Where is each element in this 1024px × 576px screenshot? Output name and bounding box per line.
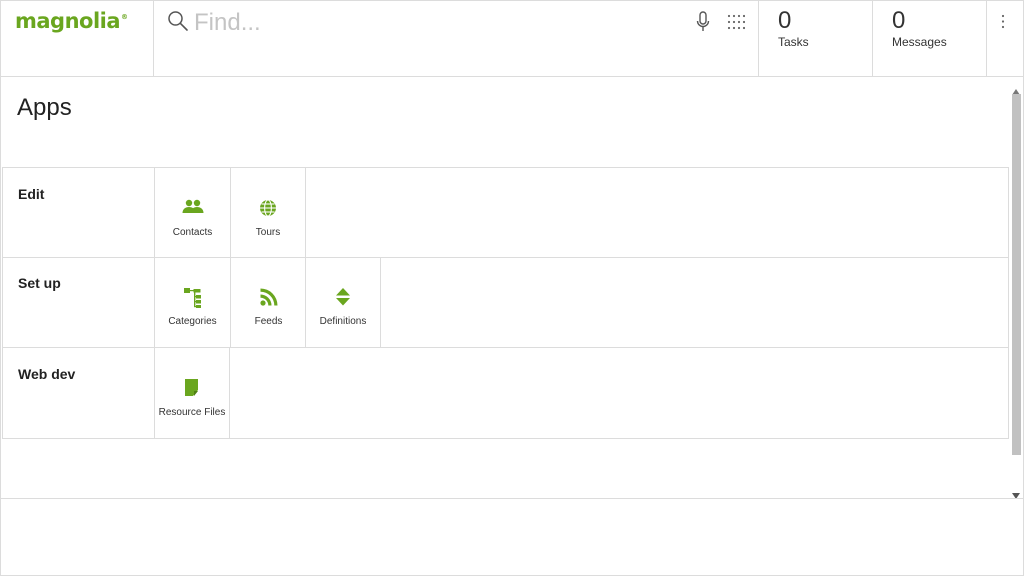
- app-tile-label: Feeds: [254, 316, 283, 327]
- app-group-set-up: Set up Categories Feeds Definitions: [2, 257, 1009, 348]
- messages-label: Messages: [892, 35, 947, 49]
- app-tile-feeds[interactable]: Feeds: [230, 257, 306, 347]
- messages-indicator[interactable]: 0 Messages: [873, 1, 987, 77]
- more-menu-button[interactable]: [987, 1, 1023, 77]
- search-input[interactable]: [194, 7, 674, 39]
- globe-icon: [259, 199, 277, 222]
- app-tile-label: Definitions: [319, 316, 367, 327]
- microphone-icon[interactable]: [696, 11, 710, 38]
- app-tile-label: Categories: [168, 316, 217, 327]
- rss-icon: [259, 288, 278, 311]
- app-group-label: Web dev: [18, 366, 76, 382]
- bottom-panel: [0, 498, 1024, 576]
- app-tile-label: Resource Files: [158, 407, 226, 418]
- vertical-dots-icon[interactable]: [1001, 14, 1005, 35]
- contacts-icon: [182, 199, 204, 220]
- search-bar[interactable]: [153, 1, 759, 77]
- magnolia-logo[interactable]: magnolia®: [15, 9, 128, 33]
- logo-text: magnolia: [15, 9, 121, 33]
- app-tile-resource-files[interactable]: Resource Files: [154, 348, 230, 438]
- app-group-label: Edit: [18, 186, 45, 202]
- tasks-indicator[interactable]: 0 Tasks: [759, 1, 873, 77]
- app-tile-categories[interactable]: Categories: [154, 257, 230, 347]
- top-bar: magnolia® 0 Tasks 0 Messages: [0, 0, 1024, 77]
- page-title: Apps: [17, 94, 72, 121]
- tree-icon: [183, 288, 202, 313]
- scrollbar-thumb[interactable]: [1012, 94, 1021, 455]
- app-tile-label: Contacts: [172, 227, 213, 238]
- app-group-web-dev: Web dev Resource Files: [2, 348, 1009, 439]
- logo-area[interactable]: magnolia®: [1, 1, 153, 77]
- apps-panel: Apps Edit Contacts Tours Set up Categori…: [0, 77, 1024, 498]
- app-group-label: Set up: [18, 275, 61, 291]
- tasks-count: 0: [778, 7, 792, 34]
- app-tile-definitions[interactable]: Definitions: [305, 257, 381, 347]
- app-tile-tours[interactable]: Tours: [230, 168, 306, 258]
- search-icon[interactable]: [167, 10, 189, 37]
- vertical-scrollbar[interactable]: [1008, 79, 1023, 498]
- messages-count: 0: [892, 7, 906, 34]
- app-tile-contacts[interactable]: Contacts: [154, 168, 230, 258]
- tasks-label: Tasks: [778, 35, 809, 49]
- definitions-icon: [335, 288, 351, 311]
- file-icon: [185, 379, 199, 401]
- scroll-down-arrow-icon[interactable]: [1012, 486, 1020, 498]
- app-launcher-grid-icon[interactable]: [727, 14, 746, 37]
- logo-registered-mark: ®: [121, 13, 128, 21]
- app-tile-label: Tours: [255, 227, 281, 238]
- app-group-edit: Edit Contacts Tours: [2, 167, 1009, 258]
